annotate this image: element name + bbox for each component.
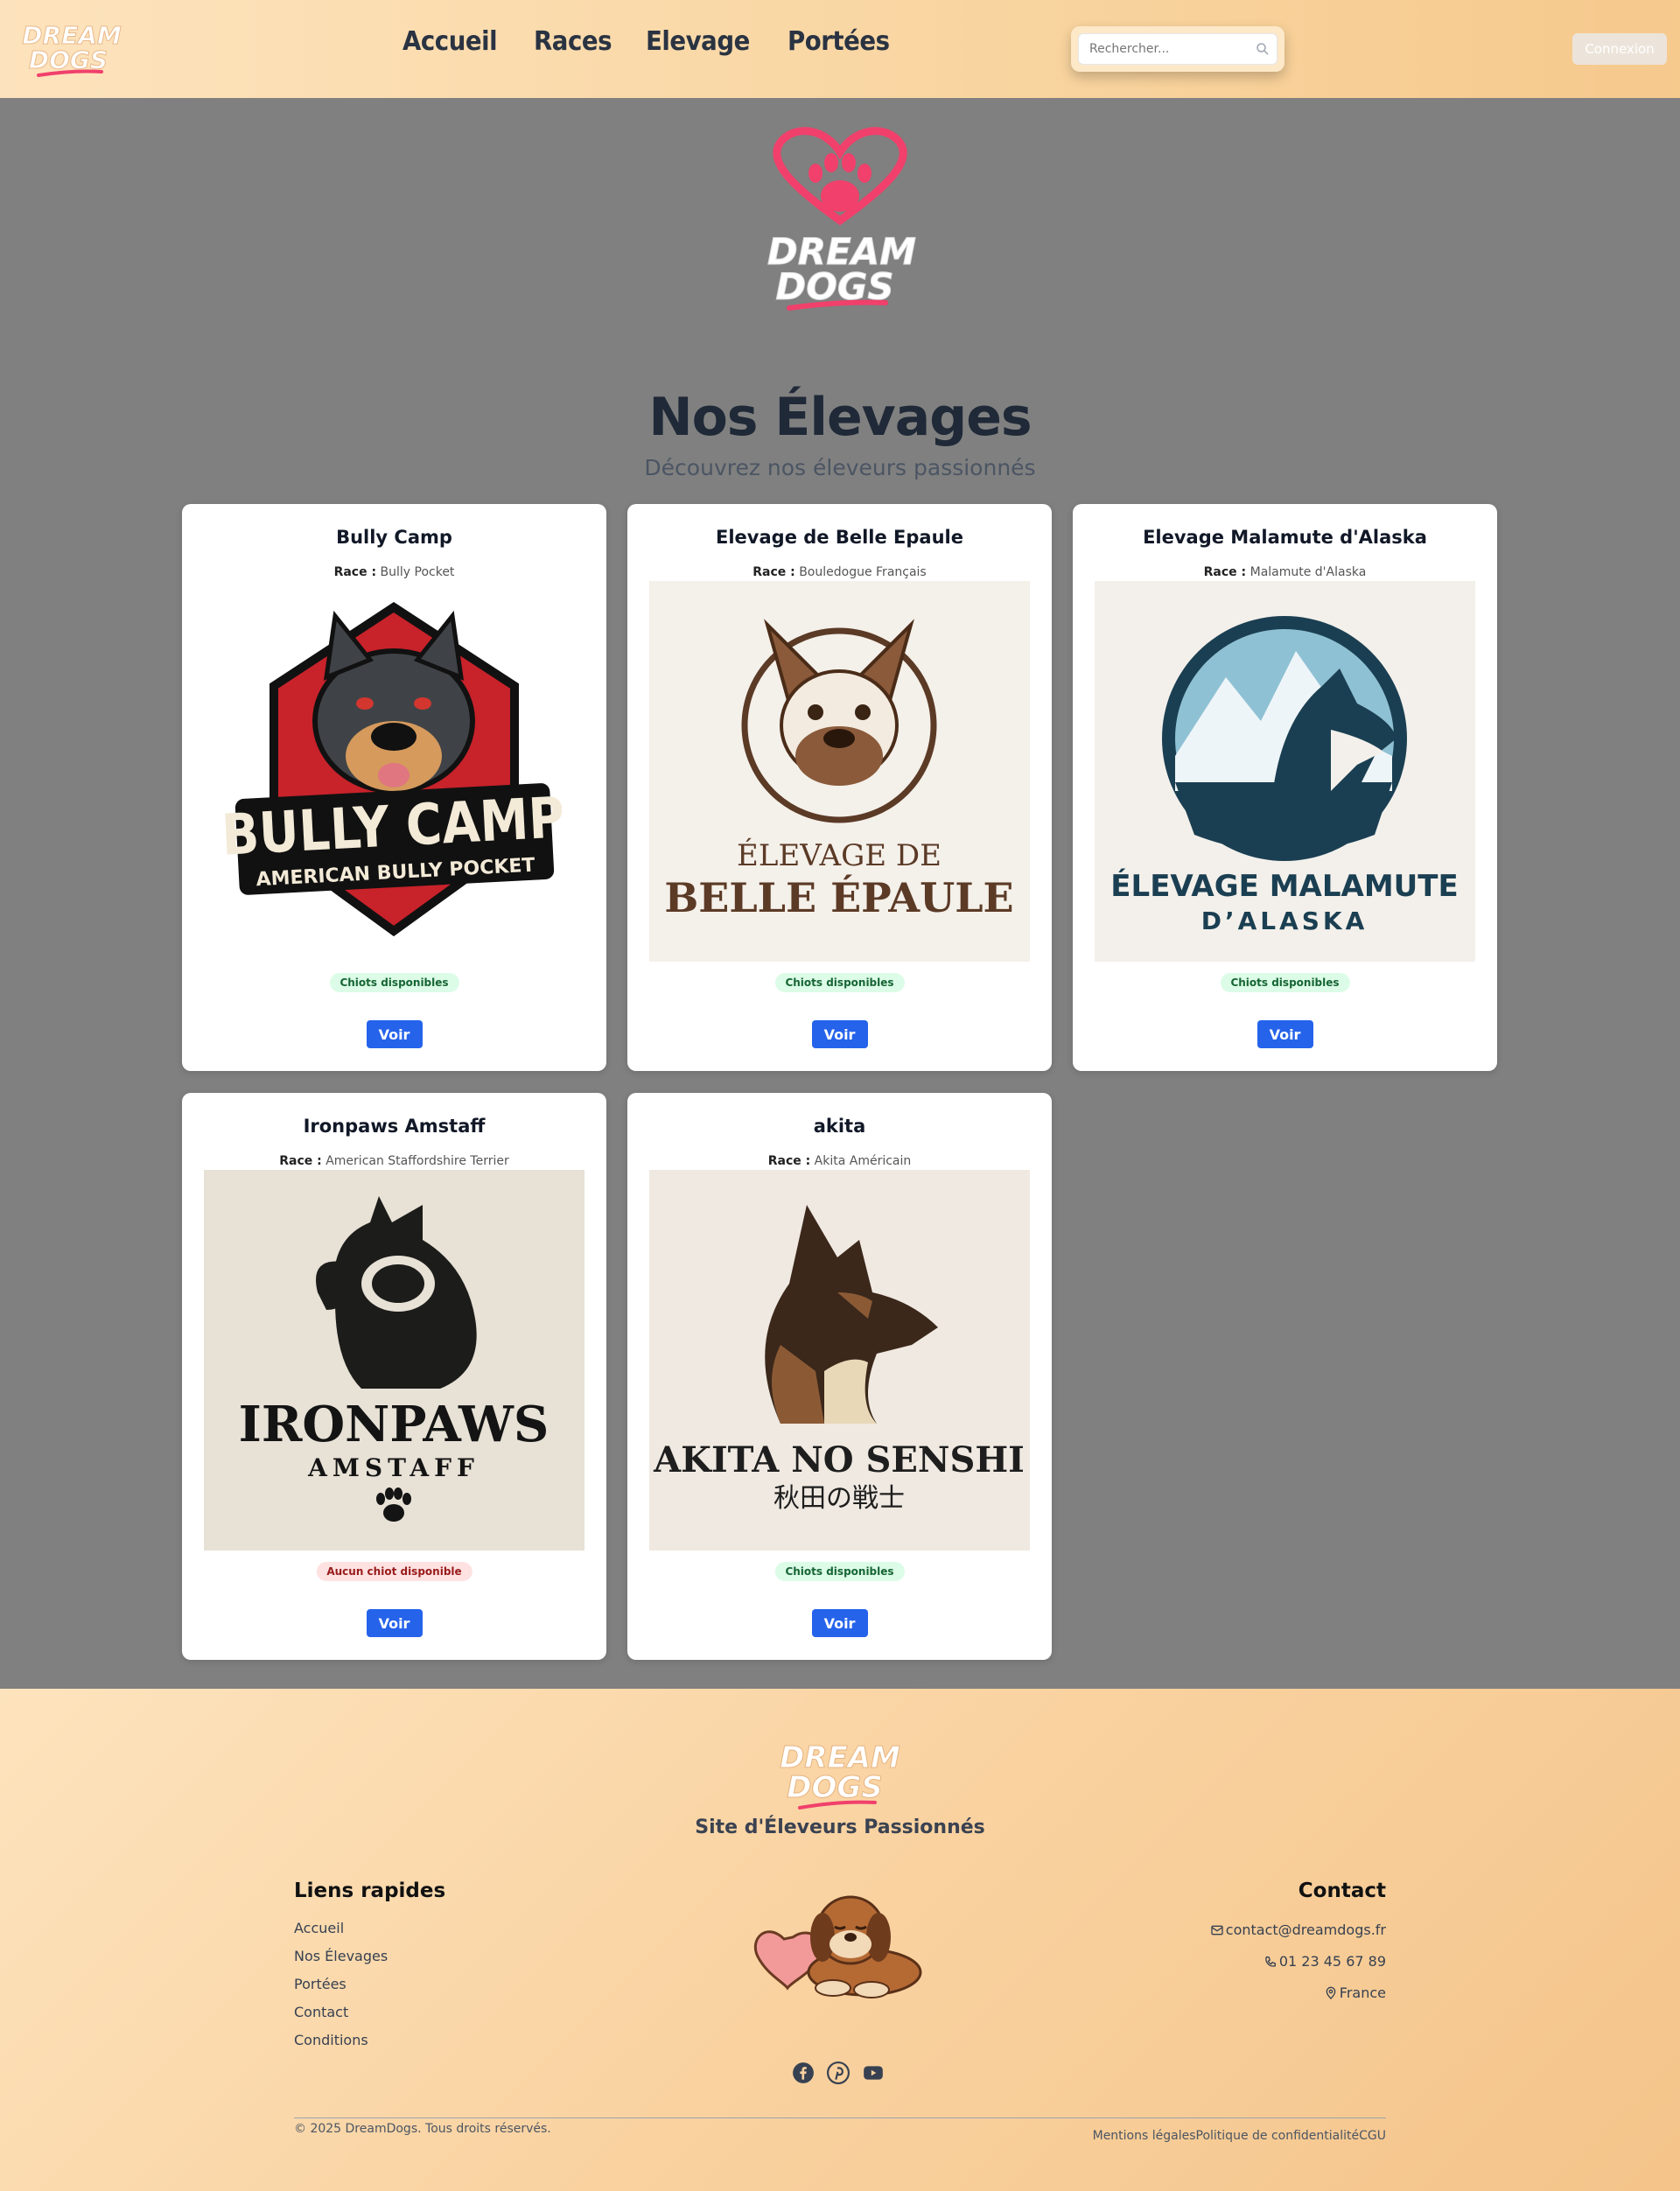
legal-links: Mentions légales Politique de confidenti… xyxy=(1093,2129,1386,2143)
main-content: DREAM DOGS Nos Élevages Découvrez nos él… xyxy=(0,98,1680,1689)
voir-button[interactable]: Voir xyxy=(1256,1020,1313,1048)
logo-text-main: ÉLEVAGE DE xyxy=(737,837,942,873)
logo-text-sub: AMSTAFF xyxy=(307,1453,480,1482)
card-race: Race : Malamute d'Alaska xyxy=(1073,565,1497,579)
card-race: Race : Bouledogue Français xyxy=(627,565,1052,579)
search-input[interactable] xyxy=(1078,33,1278,65)
card-race: Race : Bully Pocket xyxy=(182,565,606,579)
search-box xyxy=(1071,26,1284,72)
nav-portees[interactable]: Portées xyxy=(788,26,890,57)
status-badge: Chiots disponibles xyxy=(774,973,905,992)
race-value: Bouledogue Français xyxy=(799,565,927,579)
card-title: akita xyxy=(813,1116,866,1137)
race-value: American Staffordshire Terrier xyxy=(326,1154,509,1168)
breeder-card: Elevage Malamute d'Alaska Race : Malamut… xyxy=(1073,504,1497,1071)
copyright: © 2025 DreamDogs. Tous droits réservés. xyxy=(294,2122,551,2136)
race-label: Race : xyxy=(333,565,377,579)
phone-icon xyxy=(1265,1956,1276,1967)
race-value: Bully Pocket xyxy=(380,565,455,579)
cgu-link[interactable]: CGU xyxy=(1359,2129,1386,2143)
footer-link-elevages[interactable]: Nos Élevages xyxy=(294,1942,445,1970)
breeder-logo-image[interactable]: ÉLEVAGE MALAMUTE D’ALASKA xyxy=(1095,581,1475,962)
quick-links: Liens rapides Accueil Nos Élevages Porté… xyxy=(294,1880,445,2054)
breeder-logo-image[interactable]: AKITA NO SENSHI 秋田の戦士 xyxy=(649,1170,1030,1550)
race-value: Akita Américain xyxy=(814,1154,912,1168)
footer-link-contact[interactable]: Contact xyxy=(294,1998,445,2026)
breeder-card: Ironpaws Amstaff Race : American Staffor… xyxy=(182,1093,606,1660)
facebook-icon[interactable] xyxy=(792,2062,815,2084)
card-title: Elevage Malamute d'Alaska xyxy=(1143,527,1427,548)
logo-text-main: ÉLEVAGE MALAMUTE xyxy=(1110,868,1458,904)
footer-logo[interactable]: DREAM DOGS xyxy=(777,1734,903,1813)
voir-button[interactable]: Voir xyxy=(366,1609,423,1637)
header-logo[interactable]: DREAM DOGS xyxy=(21,14,126,84)
mail-icon xyxy=(1211,1925,1223,1936)
card-race: Race : Akita Américain xyxy=(627,1154,1052,1168)
nav-elevage[interactable]: Elevage xyxy=(646,26,750,57)
logo-text-sub: BELLE ÉPAULE xyxy=(664,873,1013,921)
race-label: Race : xyxy=(1203,565,1247,579)
youtube-icon[interactable] xyxy=(862,2062,885,2084)
breeder-logo-image[interactable]: IRONPAWS AMSTAFF xyxy=(204,1170,584,1550)
page-subtitle: Découvrez nos éleveurs passionnés xyxy=(644,455,1036,480)
voir-button[interactable]: Voir xyxy=(811,1609,868,1637)
card-title: Bully Camp xyxy=(336,527,452,548)
search-icon[interactable] xyxy=(1255,41,1270,57)
contact-title: Contact xyxy=(1298,1880,1386,1902)
breeder-card: Bully Camp Race : Bully Pocket BULLY CAM… xyxy=(182,504,606,1071)
nav-races[interactable]: Races xyxy=(534,26,612,57)
status-badge: Chiots disponibles xyxy=(774,1562,905,1581)
main-nav: Accueil Races Elevage Portées xyxy=(402,26,898,57)
map-pin-icon xyxy=(1326,1986,1336,1999)
voir-button[interactable]: Voir xyxy=(811,1020,868,1048)
login-button[interactable]: Connexion xyxy=(1572,33,1667,65)
race-value: Malamute d'Alaska xyxy=(1250,565,1367,579)
site-header: DREAM DOGS Accueil Races Elevage Portées… xyxy=(0,0,1680,98)
race-label: Race : xyxy=(752,565,795,579)
contact-location-text: France xyxy=(1339,1984,1386,2001)
card-title: Ironpaws Amstaff xyxy=(303,1116,486,1137)
contact-email[interactable]: contact@dreamdogs.fr xyxy=(1210,1914,1386,1946)
breeder-card: Elevage de Belle Epaule Race : Bouledogu… xyxy=(627,504,1052,1071)
card-title: Elevage de Belle Epaule xyxy=(716,527,963,548)
breeder-logo-image[interactable]: BULLY CAMP AMERICAN BULLY POCKET xyxy=(204,581,584,962)
logo-text-main: AKITA NO SENSHI xyxy=(653,1439,1025,1480)
privacy-policy-link[interactable]: Politique de confidentialité xyxy=(1196,2129,1360,2143)
footer-link-conditions[interactable]: Conditions xyxy=(294,2026,445,2054)
hero-logo: DREAM DOGS xyxy=(766,127,917,311)
contact-phone[interactable]: 01 23 45 67 89 xyxy=(1210,1946,1386,1978)
contact-block: Contact contact@dreamdogs.fr 01 23 45 67… xyxy=(1210,1880,1386,2009)
site-footer: DREAM DOGS Site d'Éleveurs Passionnés Li… xyxy=(0,1689,1680,2191)
footer-link-portees[interactable]: Portées xyxy=(294,1970,445,1998)
social-links xyxy=(792,2062,885,2084)
nav-accueil[interactable]: Accueil xyxy=(402,26,498,57)
contact-phone-text: 01 23 45 67 89 xyxy=(1278,1953,1386,1970)
page-title: Nos Élevages xyxy=(648,387,1032,448)
status-badge: Chiots disponibles xyxy=(1220,973,1350,992)
pinterest-icon[interactable] xyxy=(827,2062,850,2084)
legal-mentions-link[interactable]: Mentions légales xyxy=(1093,2129,1196,2143)
logo-text-main: IRONPAWS xyxy=(239,1396,550,1453)
contact-location: France xyxy=(1210,1978,1386,2009)
race-label: Race : xyxy=(767,1154,811,1168)
contact-email-text: contact@dreamdogs.fr xyxy=(1225,1922,1386,1938)
breeder-logo-image[interactable]: ÉLEVAGE DE BELLE ÉPAULE xyxy=(649,581,1030,962)
voir-button[interactable]: Voir xyxy=(366,1020,423,1048)
logo-text-sub: 秋田の戦士 xyxy=(774,1483,905,1514)
logo-text-sub: D’ALASKA xyxy=(1201,906,1368,935)
quick-links-title: Liens rapides xyxy=(294,1880,446,1902)
footer-logo-line2: DOGS xyxy=(787,1770,883,1805)
card-race: Race : American Staffordshire Terrier xyxy=(182,1154,606,1168)
race-label: Race : xyxy=(279,1154,322,1168)
status-badge: Aucun chiot disponible xyxy=(316,1562,472,1581)
status-badge: Chiots disponibles xyxy=(329,973,459,992)
footer-link-accueil[interactable]: Accueil xyxy=(294,1914,445,1942)
breeder-card: akita Race : Akita Américain AKITA NO SE… xyxy=(627,1093,1052,1660)
footer-tagline: Site d'Éleveurs Passionnés xyxy=(695,1816,985,1838)
puppy-illustration xyxy=(753,1895,922,1998)
